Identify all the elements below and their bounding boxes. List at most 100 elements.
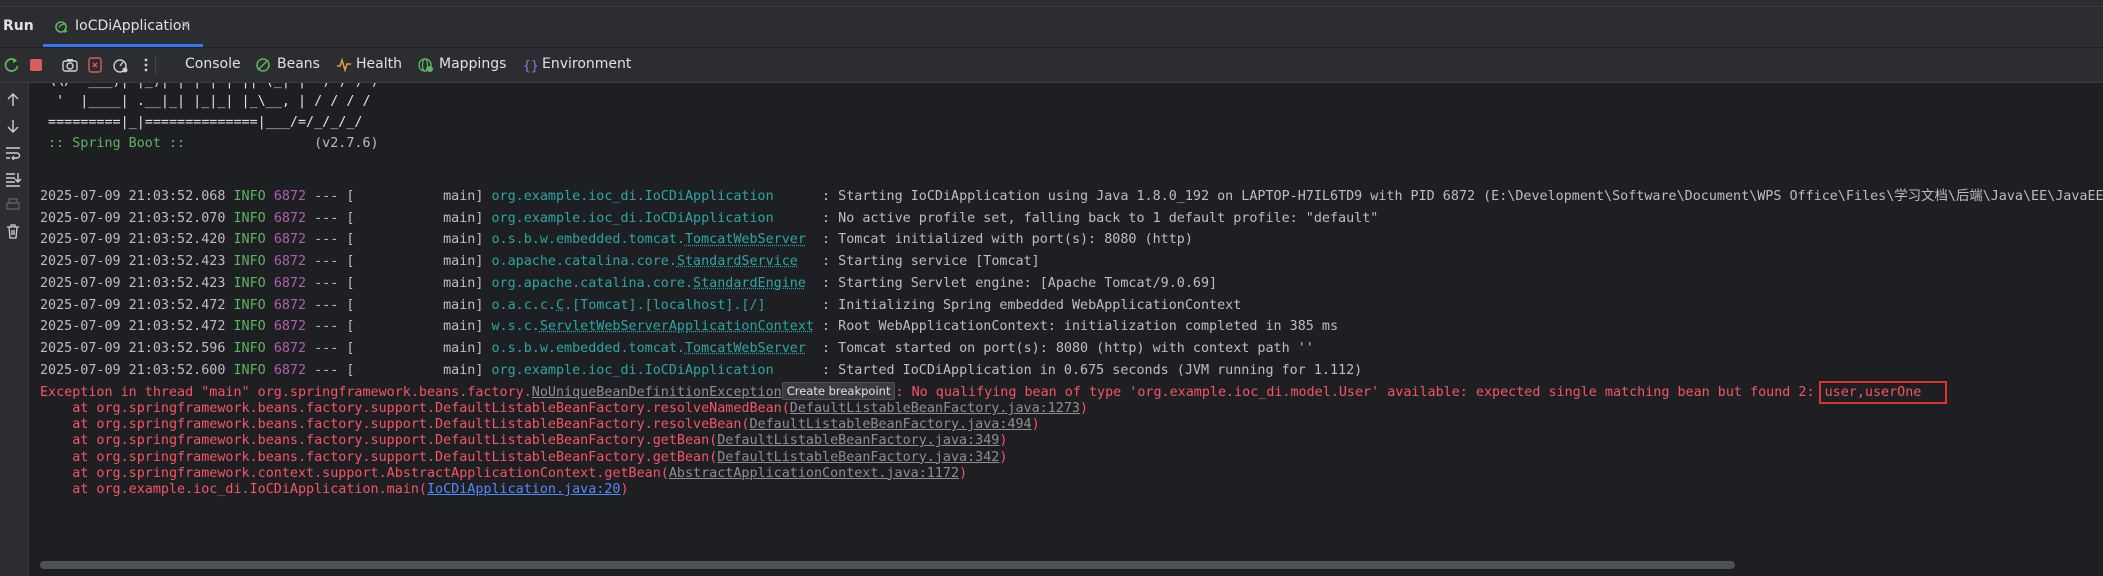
log-padding bbox=[806, 276, 822, 291]
log-line: 2025-07-09 21:03:52.472 INFO 6872 --- [ … bbox=[40, 296, 1241, 316]
source-file-link[interactable]: DefaultListableBeanFactory.java:342 bbox=[717, 450, 999, 465]
rerun-icon[interactable] bbox=[3, 56, 21, 74]
log-pid: 6872 bbox=[273, 319, 307, 335]
banner-line: ' |____| .__|_| |_|_| |_\__, | / / / / bbox=[40, 94, 371, 109]
exception-class-link[interactable]: NoUniqueBeanDefinitionException bbox=[532, 385, 782, 400]
log-logger: o.s.b.w.embedded.tomcat. bbox=[491, 340, 685, 356]
exit-icon[interactable] bbox=[86, 56, 104, 74]
soft-wrap-icon[interactable] bbox=[4, 144, 22, 162]
log-thread: --- [ main] bbox=[306, 319, 492, 335]
stack-frame-end: ) bbox=[999, 449, 1008, 465]
log-logger-link[interactable]: StandardEngine bbox=[693, 276, 806, 291]
log-padding bbox=[774, 211, 822, 226]
run-tab-bar: Run IoCDiApplication × bbox=[0, 7, 2103, 48]
toolbar-separator bbox=[155, 56, 156, 74]
log-line: 2025-07-09 21:03:52.423 INFO 6872 --- [ … bbox=[40, 252, 1040, 272]
console-output[interactable]: \\/ ___)| |_)| | | | | || (_| | ) ) ) ) … bbox=[29, 83, 2103, 553]
stack-frame-text: at org.springframework.beans.factory.sup… bbox=[40, 449, 718, 465]
log-padding bbox=[798, 254, 822, 269]
log-thread: --- [ main] bbox=[306, 189, 492, 204]
log-logger-link[interactable]: TomcatWebServer bbox=[685, 232, 806, 247]
log-timestamp: 2025-07-09 21:03:52.596 bbox=[40, 340, 226, 356]
log-message: : Started IoCDiApplication in 0.675 seco… bbox=[822, 362, 1363, 378]
stack-frame-text: at org.example.ioc_di.IoCDiApplication.m… bbox=[40, 482, 427, 497]
arrow-up-icon[interactable] bbox=[4, 91, 22, 109]
beans-icon bbox=[256, 58, 270, 72]
source-file-link[interactable]: DefaultListableBeanFactory.java:349 bbox=[717, 433, 999, 448]
scroll-to-end-icon[interactable] bbox=[4, 170, 22, 188]
log-logger: o.s.b.w.embedded.tomcat. bbox=[491, 232, 685, 248]
tab-beans[interactable]: Beans bbox=[255, 56, 335, 74]
source-file-link[interactable]: DefaultListableBeanFactory.java:1273 bbox=[790, 401, 1080, 416]
log-pid: 6872 bbox=[273, 297, 307, 313]
stack-frame: at org.example.ioc_di.IoCDiApplication.m… bbox=[40, 480, 628, 500]
log-logger: o.apache.catalina.core. bbox=[491, 254, 677, 270]
log-logger: o.a.c.c. bbox=[491, 297, 557, 313]
log-line: 2025-07-09 21:03:52.596 INFO 6872 --- [ … bbox=[40, 339, 1314, 359]
log-logger-link[interactable]: StandardService bbox=[677, 254, 798, 269]
log-level: INFO bbox=[233, 232, 266, 248]
banner-line: =========|_|==============|___/=/_/_/_/ bbox=[40, 115, 363, 130]
gauge-icon[interactable] bbox=[111, 56, 129, 74]
more-options-icon[interactable] bbox=[137, 56, 155, 74]
log-logger-tail: .[Tomcat].[localhost].[/] bbox=[564, 297, 766, 313]
log-padding bbox=[806, 341, 822, 356]
stack-frame-end: ) bbox=[959, 465, 968, 481]
camera-icon[interactable] bbox=[61, 56, 79, 74]
spring-boot-version-line: :: Spring Boot :: (v2.7.6) bbox=[40, 134, 379, 154]
health-pulse-icon bbox=[337, 57, 351, 73]
run-toolbar: Console Beans Health Mappings {} Environ… bbox=[0, 48, 2103, 83]
spring-run-icon bbox=[55, 21, 68, 33]
spring-boot-label: :: Spring Boot :: bbox=[40, 136, 194, 151]
arrow-down-icon[interactable] bbox=[4, 117, 22, 135]
log-padding bbox=[814, 319, 822, 334]
tab-environment[interactable]: {} Environment bbox=[522, 56, 642, 74]
highlighted-bean-names: user,userOne bbox=[1818, 381, 1948, 404]
tab-health[interactable]: Health bbox=[336, 56, 416, 74]
health-label: Health bbox=[356, 56, 402, 72]
console-label: Console bbox=[185, 56, 241, 72]
log-logger-link[interactable]: C bbox=[556, 298, 564, 313]
environment-braces-icon: {} bbox=[523, 59, 538, 73]
log-logger: w.s.c. bbox=[491, 319, 540, 335]
log-logger: org.example.ioc_di.IoCDiApplication bbox=[491, 210, 774, 226]
horizontal-scrollbar[interactable] bbox=[40, 561, 1735, 569]
log-logger-link[interactable]: ServletWebServerApplicationContext bbox=[540, 319, 814, 334]
close-tab-icon[interactable]: × bbox=[180, 18, 191, 33]
log-thread: --- [ main] bbox=[306, 232, 492, 248]
log-thread: --- [ main] bbox=[306, 362, 492, 378]
tab-mappings[interactable]: Mappings bbox=[418, 56, 518, 74]
source-file-link[interactable]: DefaultListableBeanFactory.java:494 bbox=[749, 417, 1031, 432]
stack-frame-text: at org.springframework.beans.factory.sup… bbox=[40, 417, 750, 433]
log-logger: org.example.ioc_di.IoCDiApplication bbox=[491, 189, 774, 204]
print-icon[interactable] bbox=[4, 196, 22, 214]
log-padding bbox=[766, 298, 822, 313]
exception-message: : No qualifying bean of type 'org.exampl… bbox=[895, 385, 1823, 400]
log-logger-link[interactable]: TomcatWebServer bbox=[685, 341, 806, 356]
beans-label: Beans bbox=[277, 56, 320, 72]
mappings-label: Mappings bbox=[439, 56, 507, 72]
log-padding bbox=[806, 232, 822, 247]
log-pid: 6872 bbox=[273, 210, 307, 226]
source-file-link[interactable]: IoCDiApplication.java:20 bbox=[427, 482, 620, 497]
log-pid: 6872 bbox=[273, 232, 307, 248]
log-level: INFO bbox=[233, 297, 266, 313]
log-line: 2025-07-09 21:03:52.420 INFO 6872 --- [ … bbox=[40, 230, 1193, 250]
stop-icon[interactable] bbox=[27, 56, 45, 74]
tab-iocdiapplication[interactable]: IoCDiApplication × bbox=[43, 7, 203, 47]
exception-prefix: Exception in thread "main" org.springfra… bbox=[40, 385, 532, 400]
log-thread: --- [ main] bbox=[306, 340, 492, 356]
log-padding bbox=[774, 189, 822, 204]
tab-console[interactable]: Console bbox=[185, 56, 255, 74]
log-timestamp: 2025-07-09 21:03:52.070 bbox=[40, 210, 226, 226]
log-timestamp: 2025-07-09 21:03:52.423 bbox=[40, 275, 226, 291]
environment-label: Environment bbox=[542, 56, 632, 72]
create-breakpoint-tooltip[interactable]: Create breakpoint bbox=[781, 382, 896, 400]
clear-all-trash-icon[interactable] bbox=[4, 222, 22, 240]
source-file-link[interactable]: AbstractApplicationContext.java:1172 bbox=[669, 466, 959, 481]
log-message: : Starting IoCDiApplication using Java 1… bbox=[822, 189, 2103, 204]
stack-frame-text: at org.springframework.beans.factory.sup… bbox=[40, 401, 790, 416]
log-level: INFO bbox=[233, 254, 266, 270]
mappings-globe-icon bbox=[418, 58, 433, 72]
log-thread: --- [ main] bbox=[306, 210, 492, 226]
